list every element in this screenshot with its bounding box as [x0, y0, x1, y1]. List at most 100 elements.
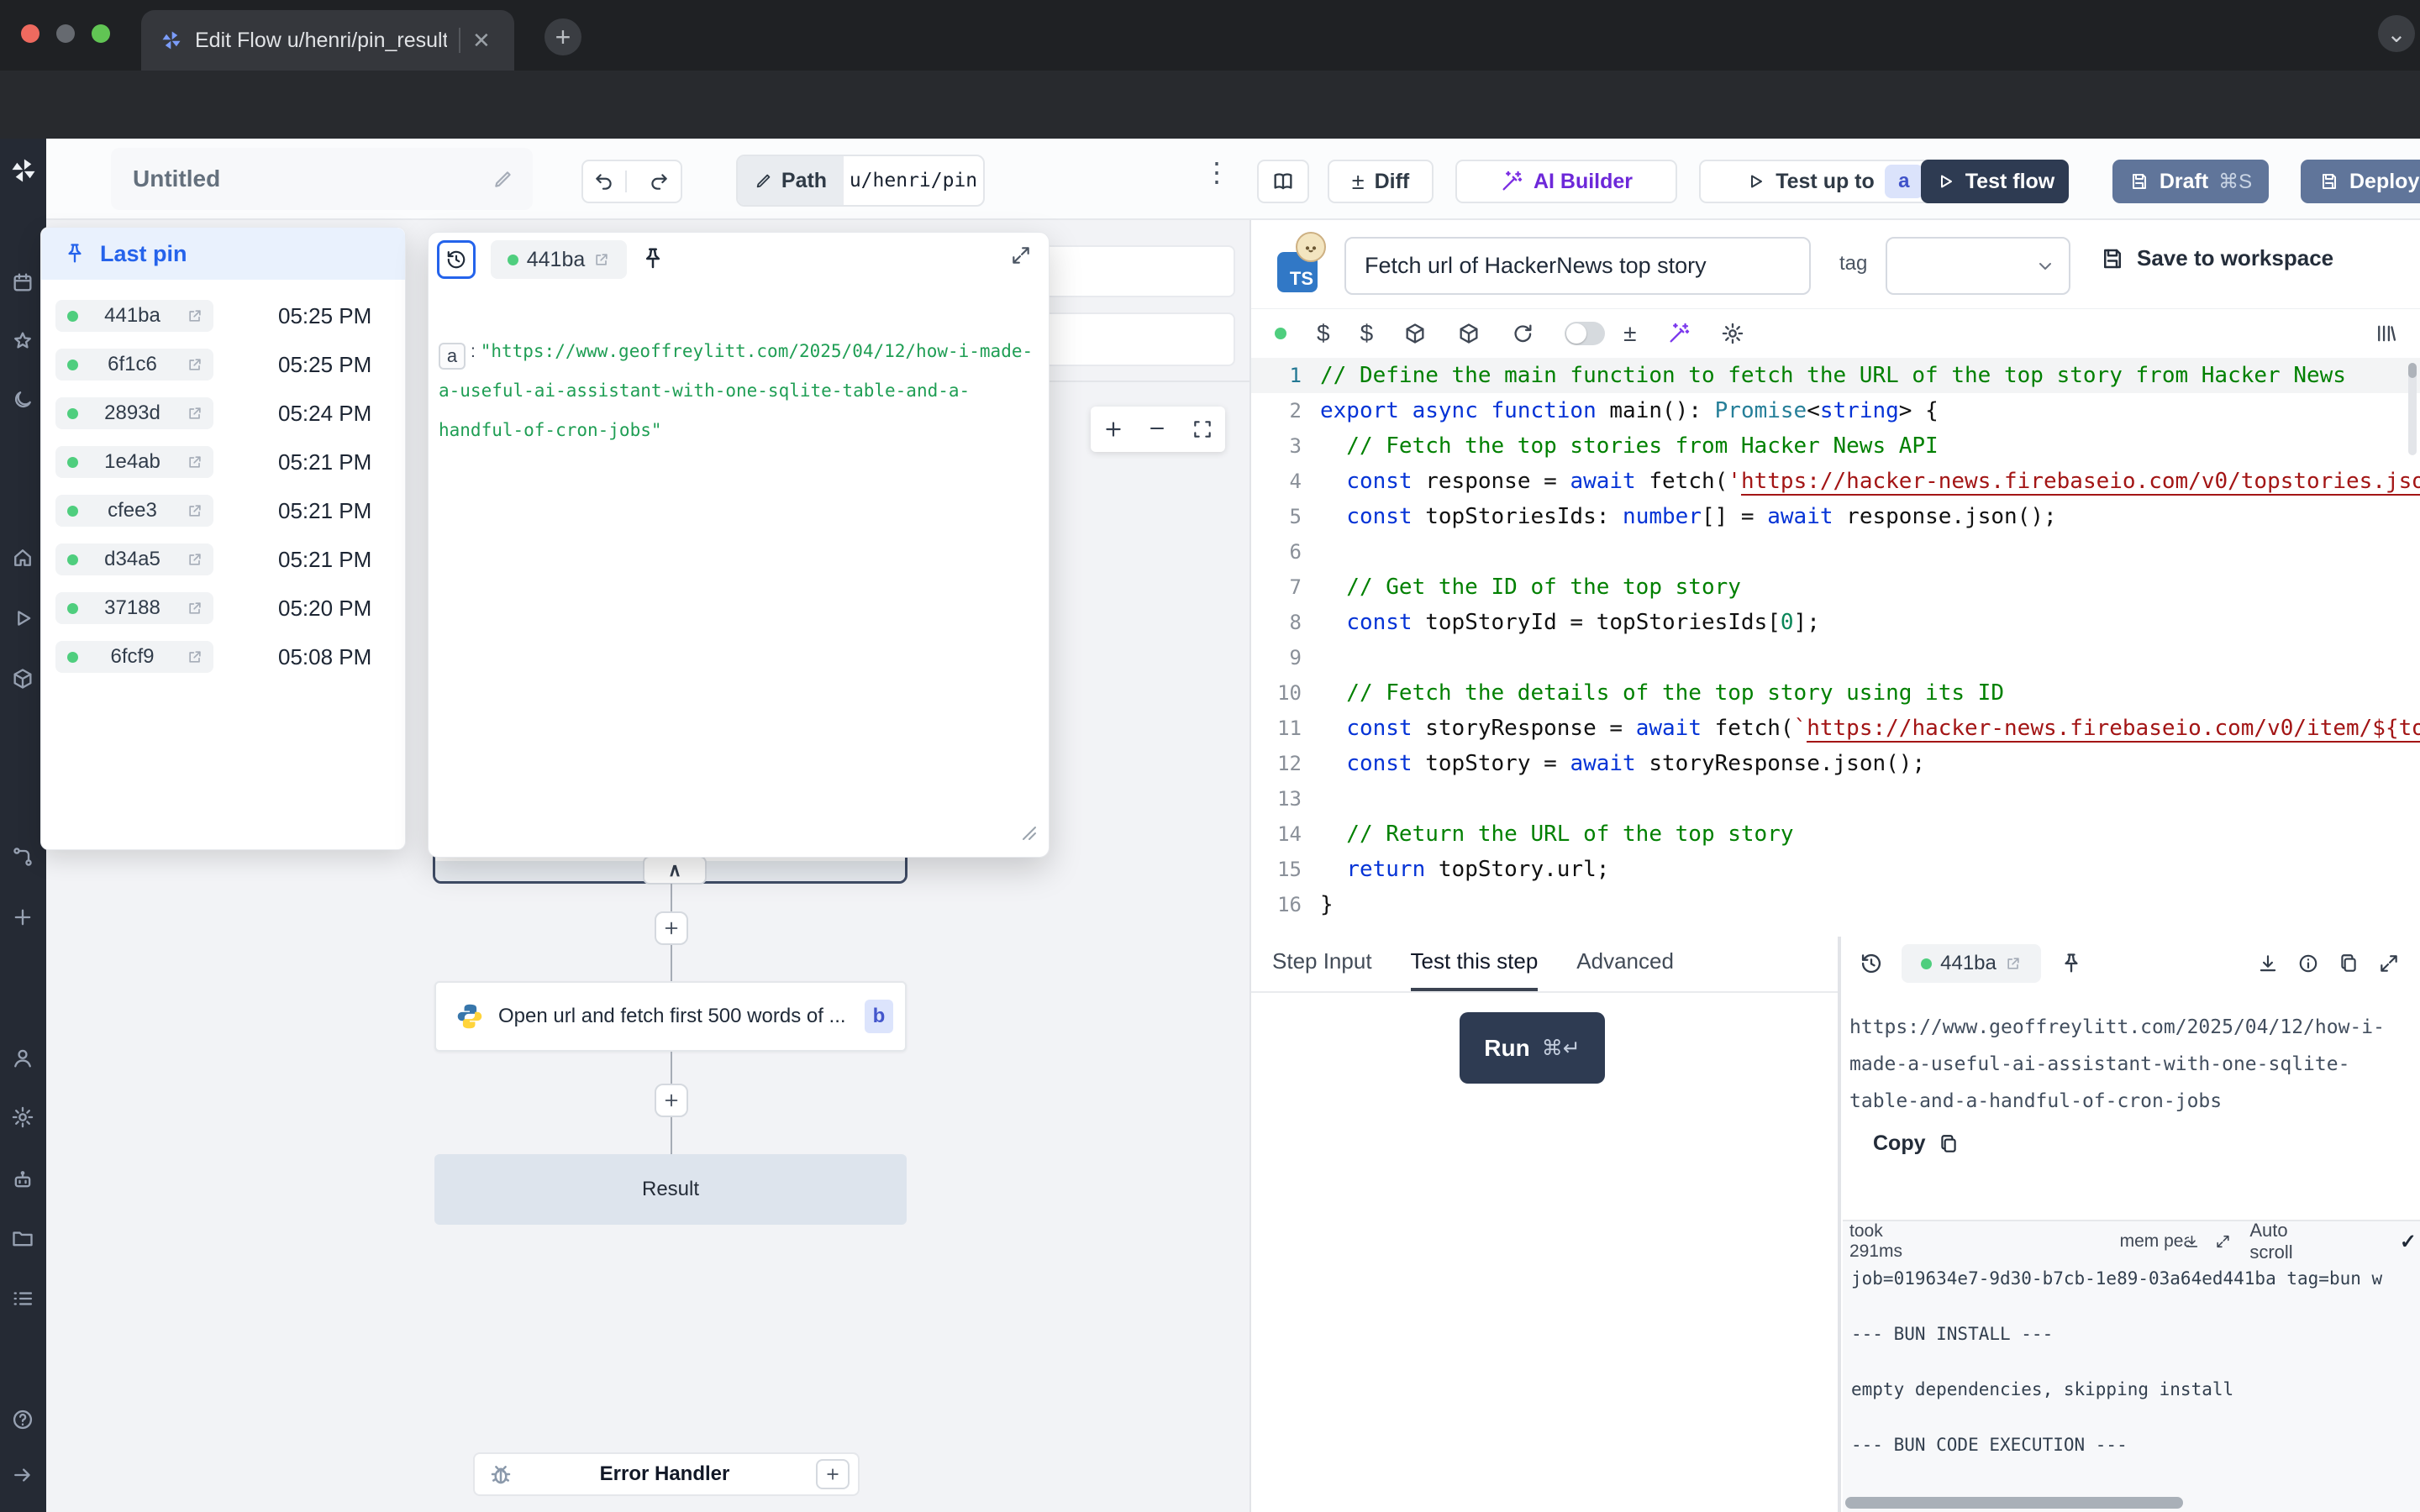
- test-up-to-step-badge[interactable]: a: [1885, 165, 1923, 198]
- external-link-icon[interactable]: [2005, 955, 2022, 972]
- external-link-icon[interactable]: [187, 356, 203, 373]
- code-line[interactable]: 2export async function main(): Promise<s…: [1251, 393, 2420, 428]
- path-button[interactable]: Path: [738, 156, 844, 205]
- code-line[interactable]: 12 const topStory = await storyResponse.…: [1251, 746, 2420, 781]
- undo-button[interactable]: [583, 171, 627, 192]
- sidebar-item-runs-play[interactable]: [11, 606, 34, 630]
- pin-history-row[interactable]: d34a505:21 PM: [41, 535, 405, 584]
- external-link-icon[interactable]: [187, 307, 203, 324]
- pin-history-row[interactable]: 3718805:20 PM: [41, 584, 405, 633]
- docs-button[interactable]: [1257, 160, 1309, 203]
- clipboard-icon[interactable]: [2338, 953, 2360, 974]
- sidebar-item-settings[interactable]: [11, 1105, 34, 1129]
- sidebar-item-variables[interactable]: [11, 667, 34, 690]
- sidebar-item-apps[interactable]: [11, 1287, 34, 1310]
- collapse-node-button[interactable]: ∧: [643, 856, 707, 885]
- sidebar-item-resources[interactable]: [11, 845, 34, 869]
- external-link-icon[interactable]: [187, 600, 203, 617]
- code-line[interactable]: 7 // Get the ID of the top story: [1251, 570, 2420, 605]
- run-chip[interactable]: cfee3: [55, 495, 213, 527]
- pin-history-row[interactable]: 6fcf905:08 PM: [41, 633, 405, 681]
- expand-popup-icon[interactable]: [1010, 244, 1032, 266]
- resize-handle[interactable]: [1017, 821, 1042, 846]
- add-step-button[interactable]: [655, 1084, 688, 1117]
- zoom-out-icon[interactable]: [1147, 418, 1169, 440]
- code-line[interactable]: 5 const topStoriesIds: number[] = await …: [1251, 499, 2420, 534]
- close-tab-icon[interactable]: ✕: [472, 28, 491, 54]
- redo-button[interactable]: [637, 171, 681, 192]
- toolbar-menu-icon[interactable]: ⋮: [1203, 156, 1230, 188]
- resources-dollar-icon[interactable]: $: [1360, 320, 1374, 347]
- ai-builder-button[interactable]: AI Builder: [1455, 160, 1677, 203]
- code-line[interactable]: 6: [1251, 534, 2420, 570]
- zoom-in-icon[interactable]: [1102, 418, 1124, 440]
- run-chip[interactable]: d34a5: [55, 543, 213, 575]
- external-link-icon[interactable]: [187, 648, 203, 665]
- tag-select[interactable]: [1886, 237, 2070, 295]
- sidebar-item-help[interactable]: [11, 1408, 34, 1431]
- autoscroll-label[interactable]: Auto scroll: [2249, 1220, 2324, 1263]
- external-link-icon[interactable]: [187, 454, 203, 470]
- pin-history-row[interactable]: 441ba05:25 PM: [41, 291, 405, 340]
- code-line[interactable]: 16}: [1251, 887, 2420, 922]
- fit-view-icon[interactable]: [1192, 418, 1213, 440]
- pin-icon[interactable]: [640, 246, 666, 271]
- new-tab-button[interactable]: +: [544, 18, 581, 55]
- run-chip[interactable]: 1e4ab: [55, 446, 213, 478]
- expand-logs-icon[interactable]: [2215, 1232, 2231, 1251]
- error-handler-node[interactable]: Error Handler: [473, 1452, 860, 1496]
- external-link-icon[interactable]: [187, 405, 203, 422]
- run-chip[interactable]: 37188: [55, 592, 213, 624]
- code-line[interactable]: 9: [1251, 640, 2420, 675]
- windmill-logo[interactable]: [8, 155, 39, 186]
- draft-button[interactable]: Draft ⌘S: [2112, 160, 2269, 203]
- test-flow-button[interactable]: Test flow: [1921, 160, 2069, 203]
- code-line[interactable]: 15 return topStory.url;: [1251, 852, 2420, 887]
- editor-scrollbar[interactable]: [2408, 363, 2417, 455]
- plusminus-icon[interactable]: ±: [1623, 320, 1636, 347]
- code-line[interactable]: 11 const storyResponse = await fetch(`ht…: [1251, 711, 2420, 746]
- package-icon[interactable]: [1457, 322, 1481, 345]
- diff-button[interactable]: ± Diff: [1328, 160, 1434, 203]
- path-control[interactable]: Path u/henri/pin: [736, 155, 985, 207]
- package-icon[interactable]: [1403, 322, 1427, 345]
- browser-tab[interactable]: Edit Flow u/henri/pin_results ✕: [141, 10, 514, 71]
- code-line[interactable]: 4 const response = await fetch('https://…: [1251, 464, 2420, 499]
- run-chip[interactable]: 6fcf9: [55, 641, 213, 673]
- run-chip[interactable]: 6f1c6: [55, 349, 213, 381]
- flow-title-field[interactable]: Untitled: [111, 148, 533, 210]
- ai-wand-icon[interactable]: [1667, 322, 1691, 345]
- add-error-handler-button[interactable]: [816, 1459, 850, 1489]
- code-line[interactable]: 10 // Fetch the details of the top story…: [1251, 675, 2420, 711]
- result-key-badge[interactable]: a: [439, 343, 466, 370]
- reset-icon[interactable]: [1511, 322, 1534, 345]
- history-icon[interactable]: [1860, 952, 1883, 975]
- autoscroll-check-icon[interactable]: ✓: [2400, 1230, 2417, 1254]
- run-chip[interactable]: 441ba: [55, 300, 213, 332]
- library-panel-icon[interactable]: [2375, 322, 2398, 345]
- result-node[interactable]: Result: [434, 1154, 907, 1225]
- sidebar-item-favorites[interactable]: [11, 329, 34, 353]
- sidebar-item-add[interactable]: [11, 906, 34, 929]
- python-step-node[interactable]: Open url and fetch first 500 words of ..…: [434, 981, 907, 1052]
- deploy-button[interactable]: Deploy: [2301, 160, 2420, 203]
- pin-history-row[interactable]: 2893d05:24 PM: [41, 389, 405, 438]
- pinned-run-chip[interactable]: 441ba: [1902, 944, 2041, 983]
- step-name-input[interactable]: Fetch url of HackerNews top story: [1344, 237, 1811, 295]
- code-line[interactable]: 3 // Fetch the top stories from Hacker N…: [1251, 428, 2420, 464]
- pin-icon[interactable]: [2060, 952, 2083, 975]
- tab-advanced[interactable]: Advanced: [1576, 948, 1674, 991]
- editor-settings-gear-icon[interactable]: [1721, 322, 1744, 345]
- history-button[interactable]: [437, 240, 476, 279]
- sidebar-item-folders[interactable]: [11, 1226, 34, 1250]
- edit-title-pencil-icon[interactable]: [492, 168, 514, 190]
- external-link-icon[interactable]: [187, 551, 203, 568]
- sidebar-item-theme[interactable]: [11, 388, 34, 412]
- minimize-window-button[interactable]: [56, 24, 75, 43]
- code-line[interactable]: 13: [1251, 781, 2420, 816]
- sidebar-item-account[interactable]: [11, 1047, 34, 1070]
- sidebar-item-home[interactable]: [11, 546, 34, 570]
- sidebar-expand-icon[interactable]: [11, 1463, 34, 1487]
- pin-history-row[interactable]: 1e4ab05:21 PM: [41, 438, 405, 486]
- sidebar-item-workers[interactable]: [11, 1168, 34, 1191]
